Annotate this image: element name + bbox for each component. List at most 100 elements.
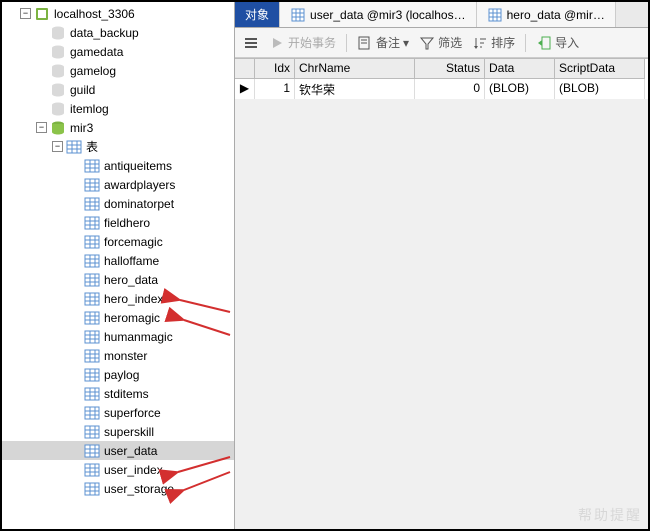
col-header[interactable]: ScriptData (555, 59, 645, 79)
col-header[interactable]: Data (485, 59, 555, 79)
db-icon (50, 44, 66, 60)
db-icon (50, 82, 66, 98)
tree-label: hero_index (104, 292, 234, 306)
table-icon (84, 462, 100, 478)
table-icon (84, 348, 100, 364)
btn-label: 导入 (555, 34, 579, 51)
tree-table-hero-index[interactable]: hero_index (2, 289, 234, 308)
tree-label: localhost_3306 (54, 7, 234, 21)
tab-user-data[interactable]: user_data @mir3 (localhos… (280, 2, 477, 27)
tree-table-user-data[interactable]: user_data (2, 441, 234, 460)
db-icon (50, 120, 66, 136)
tree-table-superforce[interactable]: superforce (2, 403, 234, 422)
grid-header: Idx ChrName Status Data ScriptData (235, 59, 648, 79)
tree-db[interactable]: itemlog (2, 99, 234, 118)
btn-label: 备注 (376, 34, 400, 51)
expander-icon[interactable]: − (36, 122, 47, 133)
db-icon (50, 63, 66, 79)
tree-table-superskill[interactable]: superskill (2, 422, 234, 441)
import-button[interactable]: 导入 (536, 34, 579, 51)
tree-connection[interactable]: − localhost_3306 (2, 4, 234, 23)
tree-label: 表 (86, 138, 234, 155)
tree-db[interactable]: data_backup (2, 23, 234, 42)
tree-table-antiqueitems[interactable]: antiqueitems (2, 156, 234, 175)
tree-db[interactable]: guild (2, 80, 234, 99)
sort-button[interactable]: 排序 (472, 34, 515, 51)
tree-label: halloffame (104, 254, 234, 268)
tree-table-halloffame[interactable]: halloffame (2, 251, 234, 270)
cell[interactable]: (BLOB) (485, 79, 555, 99)
table-icon (84, 291, 100, 307)
tab-label: user_data @mir3 (localhos… (310, 8, 466, 22)
tree-table-awardplayers[interactable]: awardplayers (2, 175, 234, 194)
tree-db[interactable]: gamedata (2, 42, 234, 61)
grid-row[interactable]: ▶ 1 钦华荣 0 (BLOB) (BLOB) (235, 79, 648, 99)
server-icon (34, 6, 50, 22)
table-icon (84, 405, 100, 421)
table-icon (84, 310, 100, 326)
tree-table-paylog[interactable]: paylog (2, 365, 234, 384)
cell[interactable]: 1 (255, 79, 295, 99)
tree-label: humanmagic (104, 330, 234, 344)
tree-table-user-storage[interactable]: user_storage (2, 479, 234, 498)
table-icon (84, 424, 100, 440)
tree-label: gamedata (70, 45, 234, 59)
tree-table-stditems[interactable]: stditems (2, 384, 234, 403)
tree-label: superforce (104, 406, 234, 420)
tree-table-monster[interactable]: monster (2, 346, 234, 365)
table-icon (84, 196, 100, 212)
toolbar: 开始事务 备注▾ 筛选 排序 导入 (235, 28, 648, 58)
tree-label: user_data (104, 444, 234, 458)
db-icon (50, 101, 66, 117)
table-icon (84, 253, 100, 269)
tree-table-forcemagic[interactable]: forcemagic (2, 232, 234, 251)
tree-sidebar[interactable]: − localhost_3306 data_backup gamedata ga… (2, 2, 235, 529)
table-icon (84, 177, 100, 193)
tree-table-humanmagic[interactable]: humanmagic (2, 327, 234, 346)
row-pointer-icon: ▶ (235, 79, 255, 99)
tree-label: dominatorpet (104, 197, 234, 211)
tree-table-dominatorpet[interactable]: dominatorpet (2, 194, 234, 213)
expander-icon[interactable]: − (52, 141, 63, 152)
main-panel: 对象 user_data @mir3 (localhos… hero_data … (235, 2, 648, 529)
tree-table-hero-data[interactable]: hero_data (2, 270, 234, 289)
tree-table-heromagic[interactable]: heromagic (2, 308, 234, 327)
tree-label: awardplayers (104, 178, 234, 192)
table-group-icon (66, 139, 82, 155)
tree-db-active[interactable]: − mir3 (2, 118, 234, 137)
cell[interactable]: 钦华荣 (295, 79, 415, 99)
filter-button[interactable]: 筛选 (419, 34, 462, 51)
tree-label: mir3 (70, 121, 234, 135)
tree-table-user-index[interactable]: user_index (2, 460, 234, 479)
tree-label: user_storage (104, 482, 234, 496)
db-icon (50, 25, 66, 41)
tree-label: paylog (104, 368, 234, 382)
tree-table-fieldhero[interactable]: fieldhero (2, 213, 234, 232)
tree-label: itemlog (70, 102, 234, 116)
table-icon (84, 481, 100, 497)
table-icon (84, 272, 100, 288)
tree-label: hero_data (104, 273, 234, 287)
start-transaction-button[interactable]: 开始事务 (269, 34, 336, 51)
tab-hero-data[interactable]: hero_data @mir… (477, 2, 616, 27)
memo-button[interactable]: 备注▾ (357, 34, 409, 51)
hamburger-icon[interactable] (243, 35, 259, 51)
btn-label: 排序 (491, 34, 515, 51)
tree-label: monster (104, 349, 234, 363)
tree-label: gamelog (70, 64, 234, 78)
cell[interactable]: 0 (415, 79, 485, 99)
table-icon (84, 386, 100, 402)
tab-label: 对象 (245, 6, 269, 23)
col-header[interactable]: Status (415, 59, 485, 79)
col-header[interactable]: Idx (255, 59, 295, 79)
tree-db[interactable]: gamelog (2, 61, 234, 80)
col-header[interactable]: ChrName (295, 59, 415, 79)
tree-label: user_index (104, 463, 234, 477)
tab-objects[interactable]: 对象 (235, 2, 280, 27)
tree-tables-node[interactable]: − 表 (2, 137, 234, 156)
table-icon (487, 7, 503, 23)
data-grid[interactable]: Idx ChrName Status Data ScriptData ▶ 1 钦… (235, 58, 648, 99)
tree-label: antiqueitems (104, 159, 234, 173)
expander-icon[interactable]: − (20, 8, 31, 19)
cell[interactable]: (BLOB) (555, 79, 645, 99)
